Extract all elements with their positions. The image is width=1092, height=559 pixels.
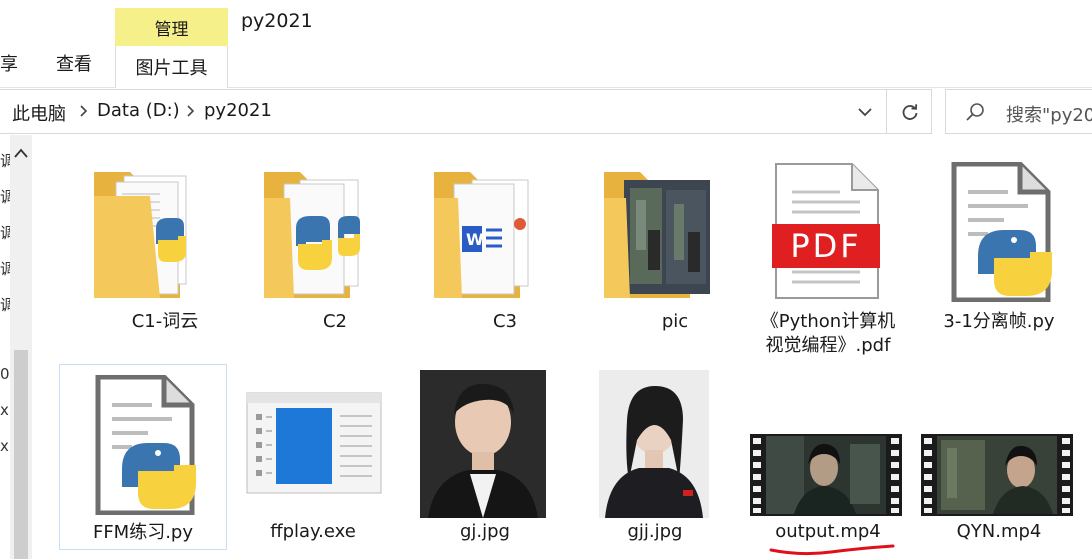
chevron-down-icon[interactable] (852, 99, 878, 125)
refresh-button[interactable] (886, 90, 932, 134)
nav-item[interactable]: 调 (0, 186, 10, 207)
file-item-python[interactable]: 3-1分离帧.py (916, 160, 1082, 335)
file-name: gjj.jpg (627, 521, 683, 542)
exe-app-icon (246, 392, 382, 494)
file-name: C2 (322, 311, 348, 332)
video-thumbnail (921, 434, 1073, 516)
breadcrumb-data-drive[interactable]: Data (D:) (97, 100, 180, 121)
search-icon (966, 103, 984, 121)
nav-item[interactable]: 0 (0, 365, 10, 383)
file-name: FFM练习.py (92, 522, 194, 543)
chevron-right-icon[interactable] (78, 103, 90, 119)
chevron-up-icon[interactable] (13, 147, 29, 159)
file-name: ffplay.exe (270, 521, 356, 542)
nav-scrollbar[interactable] (10, 135, 32, 559)
scrollbar-thumb[interactable] (14, 350, 28, 559)
ribbon-tab-view[interactable]: 查看 (56, 50, 92, 76)
ribbon-tab-picture-tools[interactable]: 图片工具 (115, 46, 228, 88)
file-name: C3 (492, 311, 518, 332)
file-name: gj.jpg (459, 521, 510, 542)
ribbon: 享 查看 管理 图片工具 py2021 (0, 0, 1092, 88)
search-placeholder: 搜索"py2021" (1006, 105, 1092, 126)
file-item-video[interactable]: QYN.mp4 (916, 364, 1082, 550)
file-item-pdf[interactable]: PDF 《Python计算机 视觉编程》.pdf (745, 160, 911, 360)
file-item-image[interactable]: gj.jpg (402, 364, 568, 550)
pdf-file-icon: PDF (772, 163, 880, 299)
red-underline-annotation (769, 544, 895, 556)
breadcrumb-py2021[interactable]: py2021 (204, 100, 272, 121)
svg-text:W: W (466, 230, 484, 249)
file-item-python-selected[interactable]: FFM练习.py (59, 364, 227, 550)
file-list: C1-词云 C2 W C3 pic PDF 《Python计算机 视觉编程》.p… (32, 135, 1092, 559)
navigation-pane: 调 调 调 调 调 0 x xl (0, 135, 10, 559)
file-item-folder[interactable]: C2 (252, 160, 418, 335)
file-name-line1: 《Python计算机 (760, 311, 896, 332)
breadcrumb-this-pc[interactable]: 此电脑 (12, 100, 66, 126)
refresh-icon (902, 104, 917, 120)
file-name: 3-1分离帧.py (943, 311, 1055, 332)
file-name: QYN.mp4 (956, 521, 1042, 542)
folder-word-docs-icon: W (434, 172, 529, 298)
photo-thumbnail (599, 370, 709, 518)
file-name: pic (661, 311, 689, 332)
nav-item[interactable]: 调 (0, 294, 10, 315)
chevron-right-icon[interactable] (185, 103, 197, 119)
python-file-icon (951, 162, 1052, 302)
file-item-folder[interactable]: C1-词云 (82, 160, 248, 335)
file-item-video[interactable]: output.mp4 (745, 364, 911, 556)
nav-item[interactable]: 调 (0, 258, 10, 279)
file-name: C1-词云 (131, 311, 199, 332)
file-item-exe[interactable]: ffplay.exe (230, 364, 396, 550)
nav-item[interactable]: 调 (0, 222, 10, 243)
file-item-folder[interactable]: pic (592, 160, 758, 335)
python-file-icon (95, 375, 196, 515)
address-bar[interactable]: 此电脑 Data (D:) py2021 (0, 89, 932, 134)
ribbon-tab-share[interactable]: 享 (0, 50, 18, 76)
svg-text:PDF: PDF (790, 227, 861, 265)
nav-item[interactable]: 调 (0, 150, 10, 171)
folder-python-icon (264, 172, 360, 298)
file-item-image[interactable]: gjj.jpg (572, 364, 738, 550)
folder-python-docs-icon (94, 172, 187, 298)
window-title: py2021 (241, 10, 313, 32)
search-field[interactable]: 搜索"py2021" (945, 89, 1092, 134)
nav-item[interactable]: xl (0, 437, 10, 455)
file-name-line2: 视觉编程》.pdf (765, 335, 891, 356)
folder-images-icon (604, 172, 710, 298)
file-item-folder[interactable]: W C3 (422, 160, 588, 335)
photo-thumbnail (420, 370, 546, 518)
nav-item[interactable]: x (0, 401, 10, 419)
context-tab-header-manage: 管理 (115, 8, 228, 46)
video-thumbnail (750, 434, 902, 516)
